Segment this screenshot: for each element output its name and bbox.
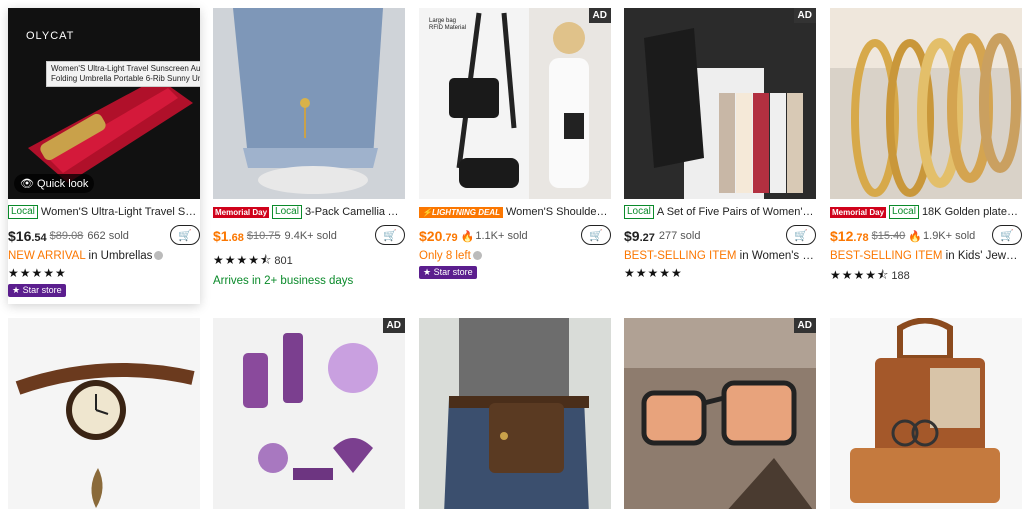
- product-title[interactable]: 18K Golden plated plain bangle bracelets: [922, 206, 1022, 218]
- flame-icon: 🔥: [908, 230, 923, 243]
- product-image[interactable]: AD: [624, 8, 816, 199]
- rating-stars: ★★★★⯪ 801: [213, 253, 293, 267]
- product-title[interactable]: 3-Pack Camellia Adjustable Jeans Waist B…: [305, 206, 405, 218]
- watch-image: [8, 318, 200, 509]
- organizer-bag-image: [830, 318, 1022, 509]
- cart-icon: 🛒: [178, 229, 192, 242]
- add-to-cart-button[interactable]: 🛒: [375, 225, 405, 245]
- original-price: $89.08: [49, 230, 84, 242]
- memorial-day-tag: Memorial Day: [830, 206, 887, 218]
- price: $9.27: [624, 228, 655, 244]
- category-line: NEW ARRIVAL in Umbrellas: [8, 250, 200, 262]
- cart-icon: 🛒: [794, 229, 808, 242]
- product-card-buttons[interactable]: Memorial Day Local 3-Pack Camellia Adjus…: [213, 8, 405, 287]
- title-row[interactable]: ⚡LIGHTNING DEAL Women'S Shoulder Bag wit…: [419, 203, 611, 221]
- star-store-badge: ★ Star store: [8, 284, 66, 297]
- local-tag: Local: [272, 205, 302, 219]
- local-tag: Local: [889, 205, 919, 219]
- rating-stars: ★★★★⯪ 188: [830, 268, 910, 282]
- cart-icon: 🛒: [589, 229, 603, 242]
- product-card-lace-sleeves[interactable]: AD Local A Set of Five Pairs of Women'S …: [624, 8, 816, 280]
- local-tag: Local: [8, 205, 38, 219]
- info-icon[interactable]: [154, 251, 164, 261]
- price-row: $20.79 🔥 1.1K+ sold 🛒: [419, 225, 611, 247]
- price-row: $16.54 $89.08 662 sold 🛒: [8, 225, 200, 247]
- price-row: $1.68 $10.75 9.4K+ sold 🛒: [213, 225, 405, 247]
- category-line: BEST-SELLING ITEM in Kids' Jewelry: [830, 250, 1022, 262]
- product-title[interactable]: Women'S Ultra-Light Travel Sunscreen Aut…: [41, 206, 200, 218]
- price: $16.54: [8, 228, 47, 244]
- jeans-image: [213, 8, 405, 199]
- product-title[interactable]: Women'S Shoulder Bag with Phone Lanyard: [506, 206, 611, 218]
- product-image[interactable]: [830, 318, 1022, 509]
- flame-icon: 🔥: [460, 230, 475, 243]
- price-row: $12.78 $15.40 🔥 1.9K+ sold 🛒: [830, 225, 1022, 247]
- ad-label: AD: [588, 8, 611, 23]
- product-image[interactable]: AD Large bag RFID Material: [419, 8, 611, 199]
- product-card-watch[interactable]: [8, 318, 200, 509]
- bag-image: [419, 8, 611, 199]
- local-tag: Local: [624, 205, 654, 219]
- product-card-sunglasses[interactable]: AD: [624, 318, 816, 509]
- info-icon[interactable]: [472, 251, 482, 261]
- price: $12.78: [830, 228, 869, 244]
- cart-icon: 🛒: [1000, 229, 1014, 242]
- sold-count: 1.1K+ sold: [475, 230, 528, 242]
- product-card-bangles[interactable]: Memorial Day Local 18K Golden plated pla…: [830, 8, 1022, 287]
- stock-line: Only 8 left: [419, 250, 611, 262]
- product-image[interactable]: [213, 8, 405, 199]
- product-image[interactable]: [419, 318, 611, 509]
- ad-label: AD: [382, 318, 405, 333]
- delivery-line: Arrives in 2+ business days: [213, 275, 354, 287]
- quick-look-button[interactable]: 👁 Quick look: [14, 174, 95, 193]
- lace-sleeves-image: [624, 8, 816, 199]
- original-price: $15.40: [871, 230, 906, 242]
- price-row: $9.27 277 sold 🛒: [624, 225, 816, 247]
- category-line: BEST-SELLING ITEM in Women's Gloves: [624, 250, 816, 262]
- ad-label: AD: [793, 8, 816, 23]
- title-row[interactable]: Local Women'S Ultra-Light Travel Sunscre…: [8, 203, 200, 221]
- title-row[interactable]: Memorial Day Local 18K Golden plated pla…: [830, 203, 1022, 221]
- original-price: $10.75: [246, 230, 281, 242]
- add-to-cart-button[interactable]: 🛒: [170, 225, 200, 245]
- title-row[interactable]: Local A Set of Five Pairs of Women'S Lac…: [624, 203, 816, 221]
- waist-bag-image: [419, 318, 611, 509]
- sold-count: 662 sold: [87, 230, 129, 242]
- product-image[interactable]: [830, 8, 1022, 199]
- sold-count: 1.9K+ sold: [923, 230, 976, 242]
- title-row[interactable]: Memorial Day Local 3-Pack Camellia Adjus…: [213, 203, 405, 221]
- add-to-cart-button[interactable]: 🛒: [992, 225, 1022, 245]
- rating-stars: ★★★★★: [8, 266, 67, 280]
- sunglasses-image: [624, 318, 816, 509]
- add-to-cart-button[interactable]: 🛒: [786, 225, 816, 245]
- price: $20.79: [419, 228, 458, 244]
- sold-count: 277 sold: [658, 230, 701, 242]
- memorial-day-tag: Memorial Day: [213, 206, 270, 218]
- product-card-shoulder-bag[interactable]: AD Large bag RFID Material ⚡LIGHTNING DEA…: [419, 8, 611, 280]
- price: $1.68: [213, 228, 244, 244]
- product-image[interactable]: AD: [624, 318, 816, 509]
- rating-stars: ★★★★★: [624, 266, 683, 280]
- lightning-deal-tag: ⚡LIGHTNING DEAL: [419, 206, 503, 218]
- sold-count: 9.4K+ sold: [284, 230, 337, 242]
- product-card-umbrella[interactable]: OLYCAT Women'S Ultra-Light Travel Sunscr…: [8, 8, 200, 304]
- product-card-keychain-set[interactable]: AD: [213, 318, 405, 509]
- ad-label: AD: [793, 318, 816, 333]
- bangles-image: [830, 8, 1022, 199]
- keychain-image: [213, 318, 405, 509]
- product-image[interactable]: [8, 318, 200, 509]
- product-card-waist-bag[interactable]: [419, 318, 611, 509]
- product-title[interactable]: A Set of Five Pairs of Women'S Lace Slee…: [657, 206, 816, 218]
- title-tooltip: Women'S Ultra-Light Travel Sunscreen Aut…: [46, 61, 200, 87]
- star-store-badge: ★ Star store: [419, 266, 477, 279]
- cart-icon: 🛒: [383, 229, 397, 242]
- bag-feature-labels: Large bag RFID Material: [429, 18, 467, 31]
- add-to-cart-button[interactable]: 🛒: [581, 225, 611, 245]
- product-image[interactable]: OLYCAT Women'S Ultra-Light Travel Sunscr…: [8, 8, 200, 199]
- product-card-organizer-bag[interactable]: [830, 318, 1022, 509]
- brand-logo: OLYCAT: [26, 30, 75, 42]
- product-image[interactable]: AD: [213, 318, 405, 509]
